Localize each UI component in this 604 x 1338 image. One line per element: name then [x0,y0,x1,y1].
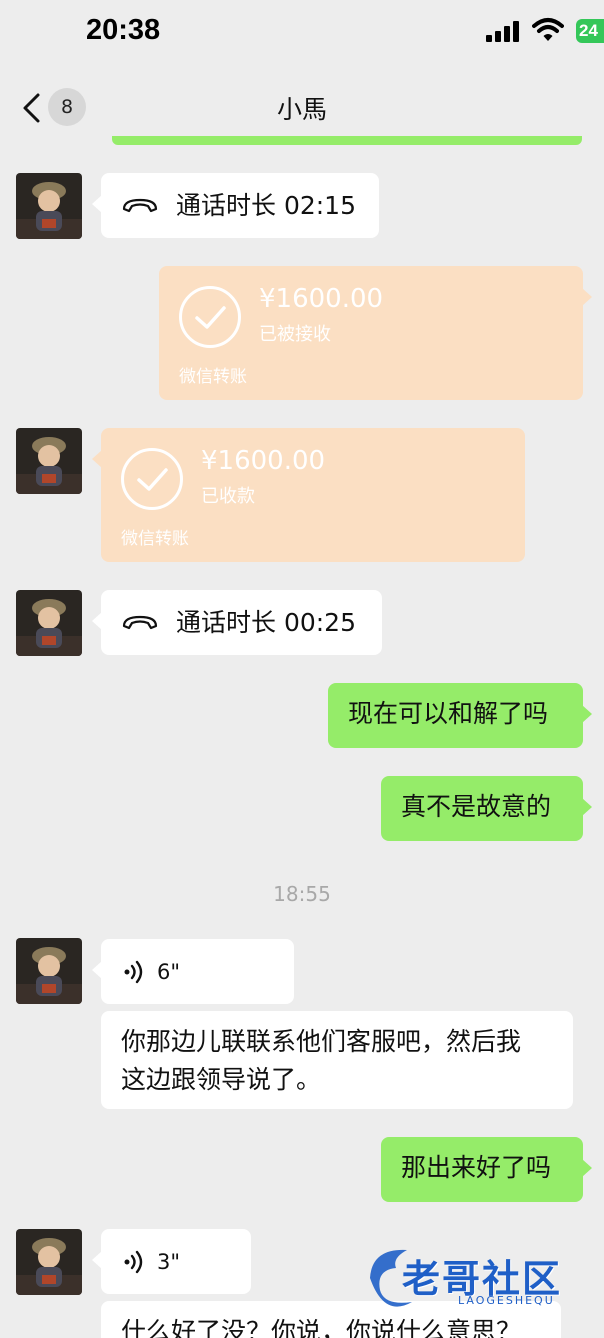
watermark-logo: 老哥社区 LAOGESHEQU [362,1238,592,1318]
voice-message-bubble[interactable]: 3" [92,1229,251,1294]
watermark-subtext: LAOGESHEQU [458,1294,555,1307]
avatar[interactable] [16,173,82,239]
wifi-icon [532,18,564,41]
message-text-line2: 这边跟领导说了。 [121,1065,322,1094]
message-text: 现在可以和解了吗 [348,699,549,728]
call-record-bubble[interactable]: 通话时长 00:25 [92,590,382,655]
received-message-bubble[interactable]: 你那边儿联联系他们客服吧，然后我 这边跟领导说了。 [101,1011,573,1109]
transfer-status: 已收款 [201,486,255,507]
call-duration: 通话时长 00:25 [176,608,356,637]
phone-hangup-icon [122,615,158,630]
transfer-amount: ¥1600.00 [259,284,384,314]
transfer-bubble-received[interactable]: ¥1600.00 已收款 微信转账 [92,428,525,562]
transfer-footer: 微信转账 [121,529,189,549]
sent-message-bubble[interactable]: 那出来好了吗 [381,1137,592,1202]
avatar[interactable] [16,590,82,656]
transfer-footer: 微信转账 [179,367,247,387]
call-duration: 通话时长 02:15 [176,191,356,220]
voice-duration: 3" [157,1250,181,1274]
message-text: 真不是故意的 [401,792,552,821]
transfer-status: 已被接收 [259,324,331,345]
signal-icon [486,20,522,42]
avatar[interactable] [16,428,82,494]
check-circle-icon [179,286,241,348]
phone-hangup-icon [122,198,158,213]
chat-title[interactable]: 小馬 [0,90,604,126]
chat-timestamp: 18:55 [273,882,331,906]
transfer-amount: ¥1600.00 [201,446,326,476]
message-text: 那出来好了吗 [401,1153,552,1182]
transfer-bubble-sent[interactable]: ¥1600.00 已被接收 微信转账 [159,266,592,400]
voice-wave-icon [124,960,143,984]
check-circle-icon [121,448,183,510]
voice-duration: 6" [157,960,181,984]
call-record-bubble[interactable]: 通话时长 02:15 [92,173,379,238]
sent-message-bubble[interactable]: 现在可以和解了吗 [328,683,592,748]
message-text: 什么好了没？你说，你说什么意思？ [121,1317,522,1338]
status-time: 20:38 [86,14,161,46]
avatar[interactable] [16,1229,82,1295]
chat-header: 8 小馬 [0,62,604,144]
voice-message-bubble[interactable]: 6" [92,939,294,1004]
avatar[interactable] [16,938,82,1004]
sent-bubble-partial [112,136,582,145]
status-bar: 20:38 24 [0,0,604,62]
sent-message-bubble[interactable]: 真不是故意的 [381,776,592,841]
battery-indicator: 24 [576,19,604,43]
message-text-line1: 你那边儿联联系他们客服吧，然后我 [121,1027,522,1056]
voice-wave-icon [124,1250,143,1274]
